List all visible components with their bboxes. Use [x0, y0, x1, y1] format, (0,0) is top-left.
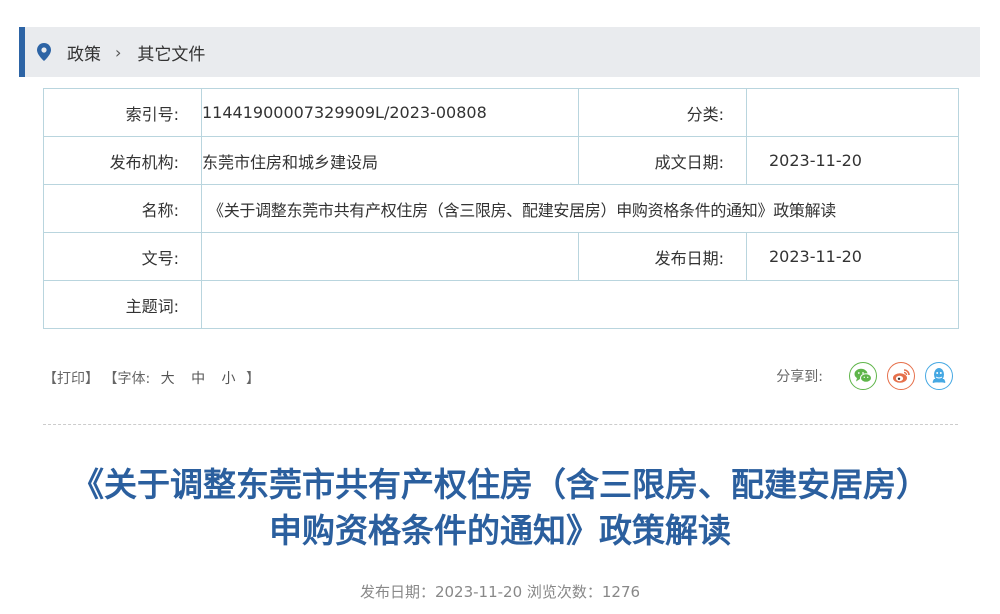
index-value: 11441900007329909L/2023-00808 — [201, 88, 579, 137]
print-button[interactable]: 【打印】 — [43, 371, 99, 387]
publish-date-label: 发布日期: — [578, 232, 747, 281]
publish-date-value: 2023-11-20 — [746, 232, 959, 281]
font-medium-button[interactable]: 中 — [191, 371, 205, 387]
publisher-value: 东莞市住房和城乡建设局 — [201, 136, 579, 185]
table-row: 名称: 《关于调整东莞市共有产权住房（含三限房、配建安居房）申购资格条件的通知》… — [43, 184, 959, 233]
name-value: 《关于调整东莞市共有产权住房（含三限房、配建安居房）申购资格条件的通知》政策解读 — [201, 184, 959, 233]
article-title: 《关于调整东莞市共有产权住房（含三限房、配建安居房）申购资格条件的通知》政策解读 — [71, 465, 929, 550]
table-row: 发布机构: 东莞市住房和城乡建设局 成文日期: 2023-11-20 — [43, 136, 959, 185]
toolbar-left: 【打印】 【字体: 大 中 小 】 — [43, 368, 260, 388]
subject-value — [201, 280, 959, 329]
font-size-suffix: 】 — [245, 371, 260, 387]
breadcrumb-item-other-files[interactable]: 其它文件 — [137, 40, 205, 65]
breadcrumb: 政策 › 其它文件 — [19, 27, 980, 77]
qq-icon — [932, 368, 946, 383]
name-label: 名称: — [43, 184, 202, 233]
category-value — [746, 88, 959, 137]
written-date-label: 成文日期: — [578, 136, 747, 185]
wechat-icon — [854, 368, 872, 383]
table-row: 索引号: 11441900007329909L/2023-00808 分类: — [43, 88, 959, 137]
publish-info: 发布日期：2023-11-20 浏览次数：1276 — [359, 583, 641, 601]
index-label: 索引号: — [43, 88, 202, 137]
document-meta-table: 索引号: 11441900007329909L/2023-00808 分类: 发… — [43, 88, 959, 329]
category-label: 分类: — [578, 88, 747, 137]
section-divider — [43, 424, 958, 425]
written-date-value: 2023-11-20 — [746, 136, 959, 185]
table-row: 主题词: — [43, 280, 959, 329]
font-size-prefix: 【字体: — [103, 371, 151, 387]
article-toolbar: 【打印】 【字体: 大 中 小 】 分享到: — [43, 362, 953, 394]
weibo-icon — [893, 369, 910, 383]
share-qq-button[interactable] — [925, 362, 953, 390]
share-wechat-button[interactable] — [849, 362, 877, 390]
table-row: 文号: 发布日期: 2023-11-20 — [43, 232, 959, 281]
subject-label: 主题词: — [43, 280, 202, 329]
chevron-right-icon: › — [115, 42, 122, 62]
breadcrumb-item-policy[interactable]: 政策 — [67, 40, 101, 65]
font-small-button[interactable]: 小 — [222, 371, 236, 387]
doc-number-label: 文号: — [43, 232, 202, 281]
share-group: 分享到: — [776, 362, 953, 390]
location-pin-icon — [37, 43, 51, 61]
doc-number-value — [201, 232, 579, 281]
font-large-button[interactable]: 大 — [161, 371, 175, 387]
share-label: 分享到: — [776, 369, 823, 385]
share-weibo-button[interactable] — [887, 362, 915, 390]
publisher-label: 发布机构: — [43, 136, 202, 185]
